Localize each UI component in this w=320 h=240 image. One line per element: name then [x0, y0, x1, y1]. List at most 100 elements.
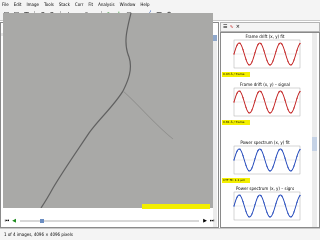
viewer-scroll-thumb[interactable]	[213, 35, 217, 41]
next-frame-icon[interactable]: ▶	[202, 218, 208, 224]
plot-point	[239, 90, 241, 93]
plot-point	[287, 60, 289, 63]
plot-point	[242, 201, 244, 203]
plot-point	[296, 49, 298, 51]
plot-point	[293, 165, 295, 167]
menu-window[interactable]: Window	[120, 0, 136, 9]
plot-point	[281, 195, 283, 197]
plot-point	[299, 194, 301, 197]
plot-point	[233, 53, 235, 55]
plot-point	[263, 50, 265, 52]
plot-point	[278, 149, 280, 151]
plot-point	[272, 166, 274, 168]
plot-graphic-2	[233, 87, 301, 117]
plot-point	[248, 216, 250, 218]
plot-point	[239, 148, 241, 151]
menu-tools[interactable]: Tools	[44, 0, 54, 9]
plot-point	[299, 42, 301, 45]
menu-image[interactable]: Image	[26, 0, 39, 9]
plot-point	[269, 112, 271, 114]
plot-point	[269, 170, 271, 172]
plot-point	[293, 59, 295, 61]
plot-point	[290, 112, 292, 114]
plot-point	[296, 201, 298, 203]
menu-bar: File Edit Image Tools Stack Corr Fit Ana…	[0, 0, 320, 9]
plot-point	[251, 213, 253, 215]
menu-stack[interactable]: Stack	[59, 0, 70, 9]
plot-point	[281, 91, 283, 93]
plot-graphic-4	[233, 191, 301, 221]
plot-point	[284, 99, 286, 101]
plot-point	[257, 195, 259, 198]
menu-file[interactable]: File	[2, 0, 9, 9]
plot-graphic-3	[233, 145, 301, 175]
plot-label-2: 0.81 Å / frame	[222, 120, 250, 125]
last-frame-icon[interactable]: ⏭	[209, 218, 215, 224]
panel-menu-icon[interactable]: ☰	[223, 24, 227, 30]
plot-point	[284, 203, 286, 205]
plot-point	[242, 155, 244, 157]
micrograph-image[interactable]	[3, 13, 213, 208]
plot-caption-1: Frame drift (x, y) fit	[245, 34, 285, 39]
plot-point	[266, 107, 268, 110]
panel-chart-icon[interactable]: ∿	[229, 24, 233, 30]
plot-point	[233, 101, 235, 103]
plot-point	[260, 195, 262, 197]
plot-caption-4: Power spectrum (x, y) – signal	[236, 186, 294, 191]
plot-card-4: Power spectrum (x, y) – signal	[222, 186, 304, 230]
plot-point	[245, 106, 247, 109]
plot-point	[266, 59, 268, 62]
plot-point	[287, 166, 289, 169]
plot-point	[290, 170, 292, 172]
plot-point	[239, 42, 241, 45]
plot-label-1: 0.93 Å / frame	[222, 72, 250, 77]
plot-point	[269, 64, 271, 66]
plot-point	[290, 64, 292, 66]
menu-corr[interactable]: Corr	[75, 0, 83, 9]
plot-point	[248, 112, 250, 114]
panel-close-icon[interactable]: ×	[236, 24, 240, 30]
plot-point	[275, 98, 277, 101]
viewer-scrollbar[interactable]	[213, 35, 217, 227]
plot-point	[263, 202, 265, 204]
frame-slider-knob[interactable]	[40, 219, 44, 223]
plot-point	[236, 150, 238, 152]
plot-point	[245, 210, 247, 213]
first-frame-icon[interactable]: ⏮	[4, 218, 10, 224]
plot-point	[254, 100, 256, 102]
plot-point	[278, 43, 280, 45]
plot-panel-scroll-thumb[interactable]	[312, 137, 317, 151]
plot-point	[260, 149, 262, 151]
plot-point	[281, 149, 283, 151]
plot-card-1: Frame drift (x, y) fit 0.93 Å / frame	[222, 34, 304, 78]
plot-panel-scrollbar[interactable]	[312, 33, 317, 227]
menu-fit[interactable]: Fit	[88, 0, 93, 9]
plot-point	[257, 149, 259, 152]
frame-navigator: ⏮ ◀ ▶ ⏭	[4, 216, 215, 226]
plot-point	[290, 216, 292, 218]
plot-point	[251, 109, 253, 111]
plot-point	[254, 158, 256, 160]
plot-point	[275, 202, 277, 205]
plot-point	[245, 58, 247, 61]
menu-help[interactable]: Help	[140, 0, 149, 9]
plot-point	[296, 97, 298, 99]
plot-point	[299, 148, 301, 151]
plot-graphic-1	[233, 39, 301, 69]
prev-frame-icon[interactable]: ◀	[11, 218, 17, 224]
plot-point	[278, 91, 280, 93]
scale-bar	[142, 204, 210, 209]
plot-point	[284, 51, 286, 53]
plot-caption-2: Frame drift (x, y) – signal	[240, 82, 290, 87]
plot-point	[293, 211, 295, 213]
plot-point	[260, 43, 262, 45]
plot-point	[263, 98, 265, 100]
plot-point	[254, 52, 256, 54]
plot-point	[272, 108, 274, 110]
frame-slider[interactable]	[20, 219, 199, 223]
plot-point	[296, 155, 298, 157]
plot-point	[260, 91, 262, 93]
plot-card-2: Frame drift (x, y) – signal 0.81 Å / fra…	[222, 82, 304, 126]
menu-edit[interactable]: Edit	[14, 0, 22, 9]
menu-analysis[interactable]: Analysis	[98, 0, 114, 9]
